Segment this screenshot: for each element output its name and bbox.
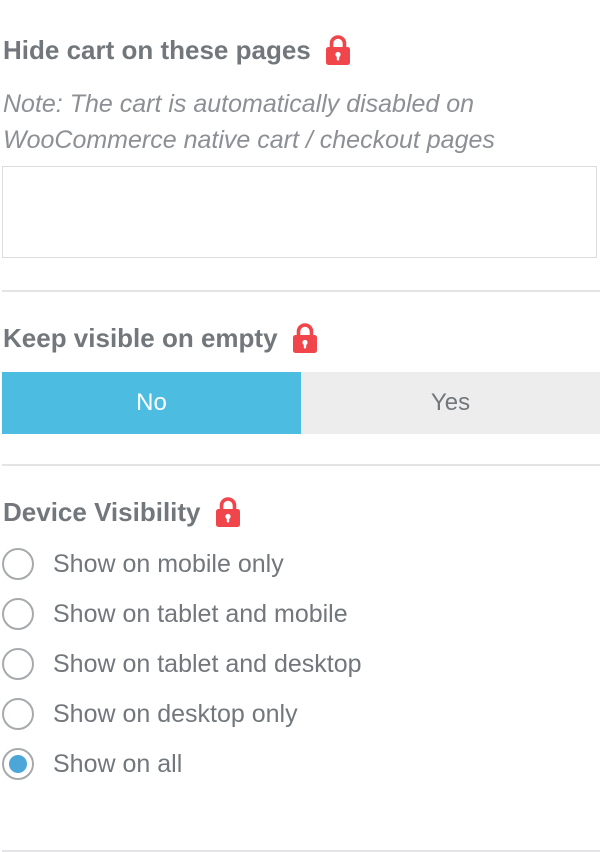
hide-cart-section-title: Hide cart on these pages [3, 34, 351, 66]
radio-button[interactable] [2, 648, 34, 680]
section-divider [2, 290, 600, 292]
keep-visible-title-text: Keep visible on empty [3, 322, 278, 353]
keep-visible-toggle: No Yes [2, 372, 600, 434]
radio-option-tablet-and-mobile[interactable]: Show on tablet and mobile [2, 596, 348, 632]
radio-option-tablet-and-desktop[interactable]: Show on tablet and desktop [2, 646, 362, 682]
radio-button[interactable] [2, 548, 34, 580]
lock-icon [292, 322, 318, 354]
radio-button[interactable] [2, 698, 34, 730]
radio-selected-dot [9, 755, 27, 773]
radio-label: Show on tablet and mobile [53, 599, 348, 628]
hide-cart-note: Note: The cart is automatically disabled… [3, 90, 495, 154]
radio-option-show-on-all[interactable]: Show on all [2, 746, 182, 782]
hide-cart-pages-input[interactable] [2, 166, 597, 258]
keep-visible-section-title: Keep visible on empty [3, 322, 318, 354]
radio-label: Show on all [53, 749, 183, 778]
radio-label: Show on mobile only [53, 549, 284, 578]
hide-cart-title-text: Hide cart on these pages [3, 34, 311, 65]
radio-label: Show on tablet and desktop [53, 649, 362, 678]
radio-option-mobile-only[interactable]: Show on mobile only [2, 546, 284, 582]
device-visibility-title-text: Device Visibility [3, 496, 201, 527]
lock-icon [215, 496, 241, 528]
lock-icon [325, 34, 351, 66]
keep-visible-yes-button[interactable]: Yes [301, 372, 600, 434]
radio-option-desktop-only[interactable]: Show on desktop only [2, 696, 298, 732]
radio-label: Show on desktop only [53, 699, 298, 728]
radio-button[interactable] [2, 598, 34, 630]
keep-visible-no-button[interactable]: No [2, 372, 301, 434]
device-visibility-section-title: Device Visibility [3, 496, 241, 528]
radio-button-selected[interactable] [2, 748, 34, 780]
section-divider [2, 464, 600, 466]
